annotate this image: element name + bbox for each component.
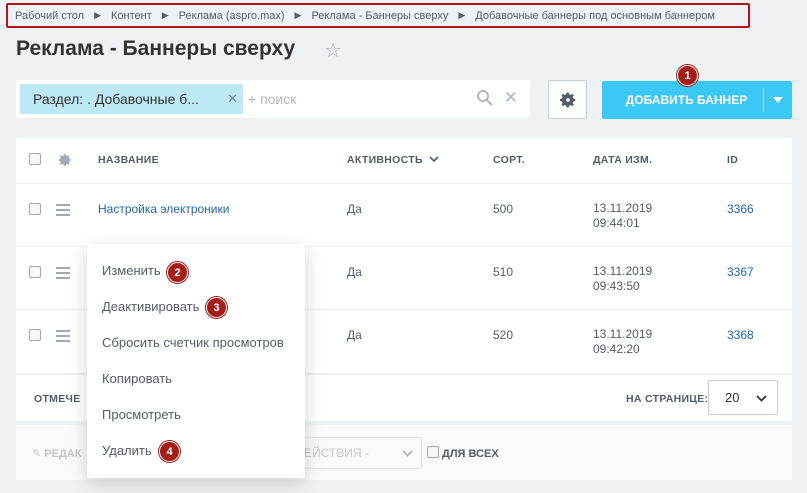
close-icon[interactable]: ✕ [227,91,238,107]
gear-icon [559,91,575,108]
row-menu-icon[interactable] [56,267,70,282]
column-header-date[interactable]: ДАТА ИЗМ. [593,154,652,166]
menu-item-copy[interactable]: Копировать [102,371,172,386]
active-value: Да [347,202,362,216]
page-title: Реклама - Баннеры сверху [16,37,296,60]
table-row: Настройка электроники Да 500 13.11.2019 … [16,184,792,247]
sort-value: 520 [493,328,514,342]
settings-button[interactable] [548,80,587,119]
per-page-select[interactable]: 20 [708,380,778,415]
filter-tag-label: Раздел: . Добавочные б... [33,91,199,107]
id-link[interactable]: 3367 [727,265,754,279]
column-header-name[interactable]: НАЗВАНИЕ [98,154,159,166]
menu-item-edit[interactable]: Изменить [102,263,161,278]
add-banner-button[interactable]: ДОБАВИТЬ БАННЕР [602,81,792,119]
clear-icon[interactable]: ✕ [504,88,518,108]
table-header: НАЗВАНИЕ АКТИВНОСТЬ СОРТ. ДАТА ИЗМ. ID [16,138,792,184]
chevron-down-icon [402,438,413,468]
active-value: Да [347,328,362,342]
chevron-right-icon: ▶ [161,10,169,20]
select-all-checkbox[interactable] [29,153,41,165]
breadcrumb-item-top-banners[interactable]: Реклама - Баннеры сверху [311,10,448,22]
chevron-down-icon [429,156,439,163]
breadcrumb-item-desktop[interactable]: Рабочий стол [15,10,84,22]
actions-select[interactable]: ЕЙСТВИЯ - [299,437,422,469]
date-value: 13.11.2019 09:43:50 [593,264,653,293]
breadcrumb-item-ads[interactable]: Реклама (aspro.max) [179,10,285,22]
breadcrumb-item-content[interactable]: Контент [111,10,152,22]
chevron-down-icon [756,381,767,414]
for-all-checkbox[interactable] [427,446,439,458]
sort-value: 510 [493,265,514,279]
row-checkbox[interactable] [29,266,41,278]
column-header-sort[interactable]: СОРТ. [493,154,525,166]
chevron-right-icon: ▶ [294,10,302,20]
row-menu-icon[interactable] [56,330,70,345]
id-link[interactable]: 3368 [727,328,754,342]
search-input[interactable] [248,91,468,107]
chevron-right-icon: ▶ [458,10,466,20]
menu-item-view[interactable]: Просмотреть [102,407,181,422]
row-context-menu: Изменить Деактивировать Сбросить счетчик… [87,244,305,478]
add-banner-label: ДОБАВИТЬ БАННЕР [625,93,748,107]
chevron-right-icon: ▶ [94,10,101,20]
column-header-active[interactable]: АКТИВНОСТЬ [347,154,439,166]
step-badge-4: 4 [159,441,180,462]
row-menu-icon[interactable] [56,204,70,219]
row-checkbox[interactable] [29,329,41,341]
star-icon[interactable]: ☆ [324,38,342,63]
breadcrumb-item-extra-banners[interactable]: Добавочные баннеры под основным баннером [475,10,715,22]
sort-value: 500 [493,202,514,216]
filter-bar: Раздел: . Добавочные б... ✕ ✕ [16,80,530,118]
date-value: 13.11.2019 09:44:01 [593,201,653,230]
selected-count-label: ОТМЕЧЕ [34,393,81,405]
row-checkbox[interactable] [29,203,41,215]
active-value: Да [347,265,362,279]
search-icon[interactable] [476,89,494,107]
menu-item-delete[interactable]: Удалить [102,443,152,458]
pencil-icon: ✎ [32,448,42,460]
step-badge-1: 1 [677,65,698,86]
step-badge-3: 3 [206,297,227,318]
edit-button[interactable]: ✎ РЕДАК [32,447,81,460]
menu-item-reset-views[interactable]: Сбросить счетчик просмотров [102,335,284,350]
banner-name-link[interactable]: Настройка электроники [98,202,229,216]
date-value: 13.11.2019 09:42:20 [593,327,653,356]
gear-icon[interactable] [58,153,72,167]
breadcrumb: Рабочий стол ▶ Контент ▶ Реклама (aspro.… [6,3,750,28]
id-link[interactable]: 3366 [727,202,754,216]
for-all-label: ДЛЯ ВСЕХ [442,448,499,460]
chevron-down-icon[interactable] [764,97,792,103]
step-badge-2: 2 [167,262,188,283]
filter-tag[interactable]: Раздел: . Добавочные б... ✕ [20,84,243,114]
column-header-id[interactable]: ID [727,154,738,166]
per-page-label: НА СТРАНИЦЕ: [626,393,709,405]
menu-item-deactivate[interactable]: Деактивировать [102,299,199,314]
